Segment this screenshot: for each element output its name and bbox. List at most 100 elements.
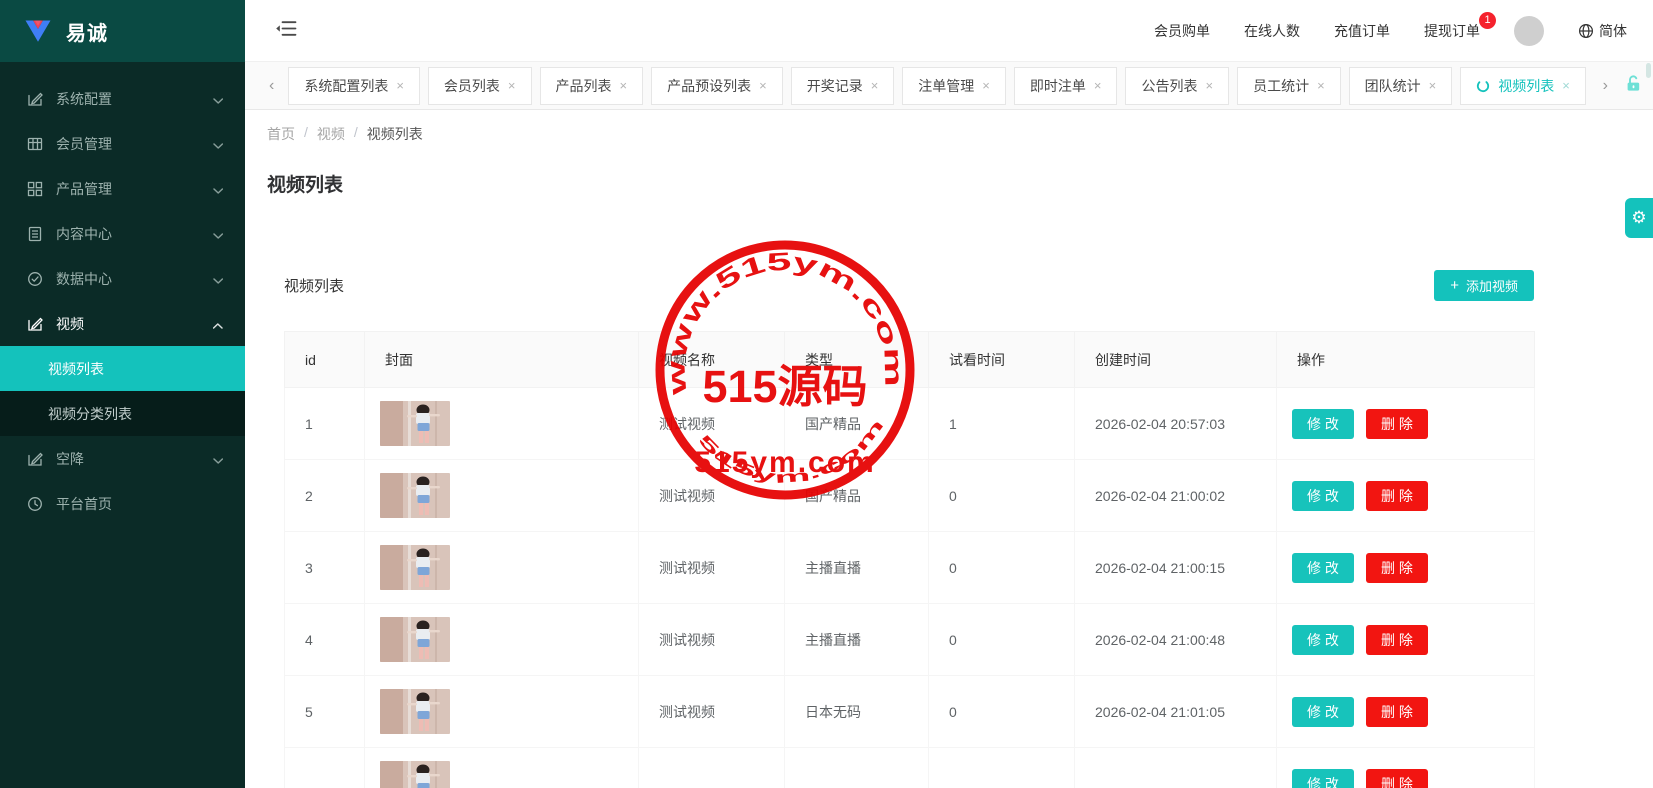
close-icon[interactable]: × — [508, 78, 516, 93]
close-icon[interactable]: × — [396, 78, 404, 93]
close-icon[interactable]: × — [1094, 78, 1102, 93]
delete-button[interactable]: 删 除 — [1366, 625, 1428, 655]
close-icon[interactable]: × — [1205, 78, 1213, 93]
close-icon[interactable]: × — [871, 78, 879, 93]
chevron-up-icon — [213, 316, 223, 332]
refresh-icon[interactable] — [1476, 79, 1490, 93]
settings-panel-button[interactable]: ⚙ — [1625, 198, 1653, 238]
close-icon[interactable]: × — [620, 78, 628, 93]
sidebar-item-platform-home[interactable]: 平台首页 — [0, 481, 245, 526]
video-thumbnail[interactable] — [380, 761, 450, 788]
topbar-link-withdraw-orders[interactable]: 提现订单 1 — [1424, 21, 1480, 41]
tab-announcement-list[interactable]: 公告列表× — [1125, 67, 1229, 105]
col-cover: 封面 — [365, 332, 639, 388]
edit-button[interactable]: 修 改 — [1292, 697, 1354, 727]
delete-button[interactable]: 删 除 — [1366, 769, 1428, 788]
cell-type: 主播直播 — [785, 532, 929, 604]
cell-name: 测试视频 — [639, 388, 785, 460]
tab-team-stats[interactable]: 团队统计× — [1349, 67, 1453, 105]
tab-bet-management[interactable]: 注单管理× — [902, 67, 1006, 105]
globe-icon — [1578, 23, 1594, 39]
delete-button[interactable]: 删 除 — [1366, 553, 1428, 583]
tab-member-list[interactable]: 会员列表× — [428, 67, 532, 105]
cell-cover — [365, 676, 639, 748]
sidebar-item-content-center[interactable]: 内容中心 — [0, 211, 245, 256]
video-thumbnail[interactable] — [380, 401, 450, 446]
tab-product-preset-list[interactable]: 产品预设列表× — [651, 67, 783, 105]
language-switcher[interactable]: 简体 — [1578, 21, 1627, 41]
topbar-link-member-orders[interactable]: 会员购单 — [1154, 21, 1210, 41]
chevron-down-icon — [213, 226, 223, 242]
col-created-time: 创建时间 — [1075, 332, 1277, 388]
tabs-scroll-left-button[interactable]: ‹ — [263, 77, 280, 95]
delete-button[interactable]: 删 除 — [1366, 409, 1428, 439]
cell-type: 国产精品 — [785, 460, 929, 532]
cell-created: 2026-02-04 21:00:15 — [1075, 532, 1277, 604]
close-icon[interactable]: × — [1317, 78, 1325, 93]
sidebar-item-video[interactable]: 视频 — [0, 301, 245, 346]
close-icon[interactable]: × — [1562, 78, 1570, 93]
sidebar-item-system-config[interactable]: 系统配置 — [0, 76, 245, 121]
video-thumbnail[interactable] — [380, 689, 450, 734]
table-row: 4 测试视频 主播直播 0 2026-02-04 21:00:48 修 改删 除 — [285, 604, 1535, 676]
sidebar-item-video-list[interactable]: 视频列表 — [0, 346, 245, 391]
table-row-partial: 修 改删 除 — [285, 748, 1535, 788]
breadcrumb-home[interactable]: 首页 — [267, 124, 295, 144]
delete-button[interactable]: 删 除 — [1366, 481, 1428, 511]
sidebar-item-airdrop[interactable]: 空降 — [0, 436, 245, 481]
cell-id: 2 — [285, 460, 365, 532]
plus-icon: + — [1450, 277, 1459, 294]
cell-preview: 1 — [929, 388, 1075, 460]
col-type: 类型 — [785, 332, 929, 388]
notification-badge: 1 — [1479, 12, 1496, 29]
video-thumbnail[interactable] — [380, 473, 450, 518]
cell-actions: 修 改删 除 — [1277, 388, 1535, 460]
cell-cover — [365, 388, 639, 460]
edit-button[interactable]: 修 改 — [1292, 769, 1354, 788]
scrollbar-thumb[interactable] — [1646, 63, 1651, 78]
sidebar-item-data-center[interactable]: 数据中心 — [0, 256, 245, 301]
topbar-link-recharge-orders[interactable]: 充值订单 — [1334, 21, 1390, 41]
cell-created: 2026-02-04 21:00:48 — [1075, 604, 1277, 676]
tab-staff-stats[interactable]: 员工统计× — [1237, 67, 1341, 105]
add-video-button[interactable]: + 添加视频 — [1434, 270, 1534, 301]
cell-preview: 0 — [929, 460, 1075, 532]
table-icon — [27, 135, 44, 152]
sidebar: 易诚 系统配置 会员管理 产品管理 内容中心 — [0, 0, 245, 788]
table-row: 1 测试视频 国产精品 1 2026-02-04 20:57:03 修 改删 除 — [285, 388, 1535, 460]
tab-system-config-list[interactable]: 系统配置列表× — [288, 67, 420, 105]
edit-button[interactable]: 修 改 — [1292, 409, 1354, 439]
edit-button[interactable]: 修 改 — [1292, 625, 1354, 655]
chevron-down-icon — [213, 181, 223, 197]
close-icon[interactable]: × — [982, 78, 990, 93]
tab-lottery-records[interactable]: 开奖记录× — [791, 67, 895, 105]
tab-product-list[interactable]: 产品列表× — [540, 67, 644, 105]
close-icon[interactable]: × — [759, 78, 767, 93]
topbar-link-online-count[interactable]: 在线人数 — [1244, 21, 1300, 41]
avatar[interactable] — [1514, 16, 1544, 46]
tab-video-list[interactable]: 视频列表 × — [1460, 67, 1586, 105]
sidebar-item-product-mgmt[interactable]: 产品管理 — [0, 166, 245, 211]
page-title: 视频列表 — [267, 170, 1631, 197]
chevron-down-icon — [213, 271, 223, 287]
cell-created: 2026-02-04 21:00:02 — [1075, 460, 1277, 532]
edit-button[interactable]: 修 改 — [1292, 481, 1354, 511]
edit-square-icon — [27, 315, 44, 332]
close-icon[interactable]: × — [1429, 78, 1437, 93]
delete-button[interactable]: 删 除 — [1366, 697, 1428, 727]
brand-logo-icon — [24, 19, 52, 43]
chevron-down-icon — [213, 451, 223, 467]
cell-id: 1 — [285, 388, 365, 460]
unlock-icon[interactable] — [1624, 74, 1643, 98]
video-thumbnail[interactable] — [380, 545, 450, 590]
edit-button[interactable]: 修 改 — [1292, 553, 1354, 583]
tab-realtime-bets[interactable]: 即时注单× — [1014, 67, 1118, 105]
breadcrumb-video[interactable]: 视频 — [317, 124, 345, 144]
menu-fold-icon[interactable] — [275, 20, 297, 42]
top-header: 会员购单 在线人数 充值订单 提现订单 1 简体 — [245, 0, 1653, 62]
cell-name: 测试视频 — [639, 532, 785, 604]
sidebar-item-member-mgmt[interactable]: 会员管理 — [0, 121, 245, 166]
video-thumbnail[interactable] — [380, 617, 450, 662]
sidebar-item-video-category-list[interactable]: 视频分类列表 — [0, 391, 245, 436]
tabs-scroll-right-button[interactable]: › — [1597, 77, 1614, 95]
